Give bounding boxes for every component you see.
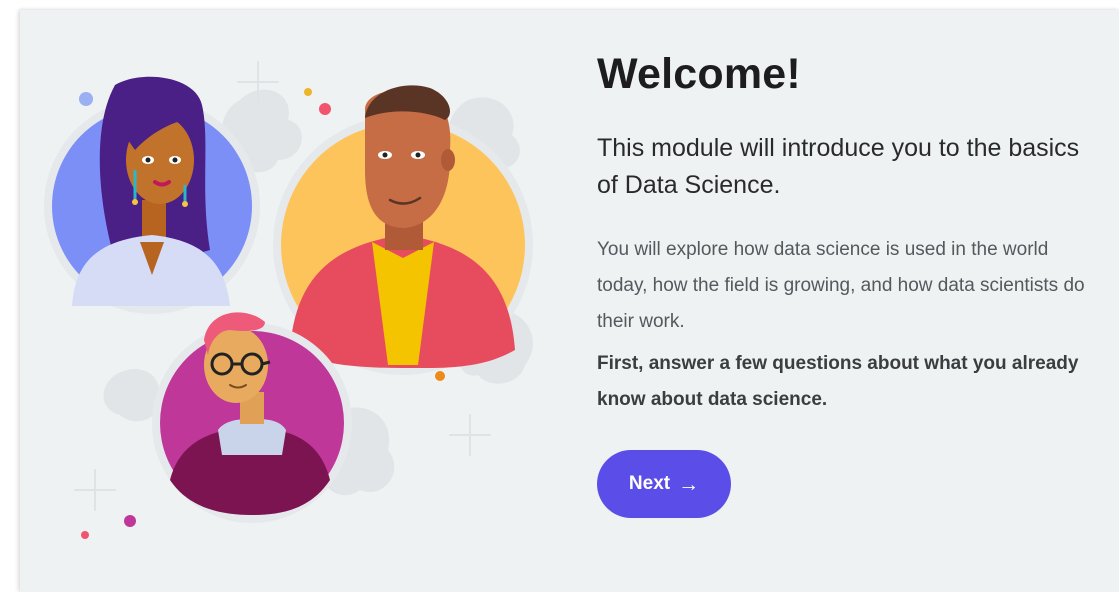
next-button-label: Next xyxy=(628,473,671,494)
welcome-illustration xyxy=(44,61,533,539)
welcome-content: Welcome! This module will introduce you … xyxy=(597,48,1097,518)
next-button[interactable]: Next → xyxy=(597,450,731,518)
module-description: You will explore how data science is use… xyxy=(597,239,1085,332)
arrow-right-icon: → xyxy=(678,472,700,496)
instruction-text: First, answer a few questions about what… xyxy=(597,353,1079,410)
page-title: Welcome! xyxy=(597,50,801,98)
welcome-card: Welcome! This module will introduce you … xyxy=(20,10,1119,592)
module-intro-text: This module will introduce you to the ba… xyxy=(597,134,1080,199)
